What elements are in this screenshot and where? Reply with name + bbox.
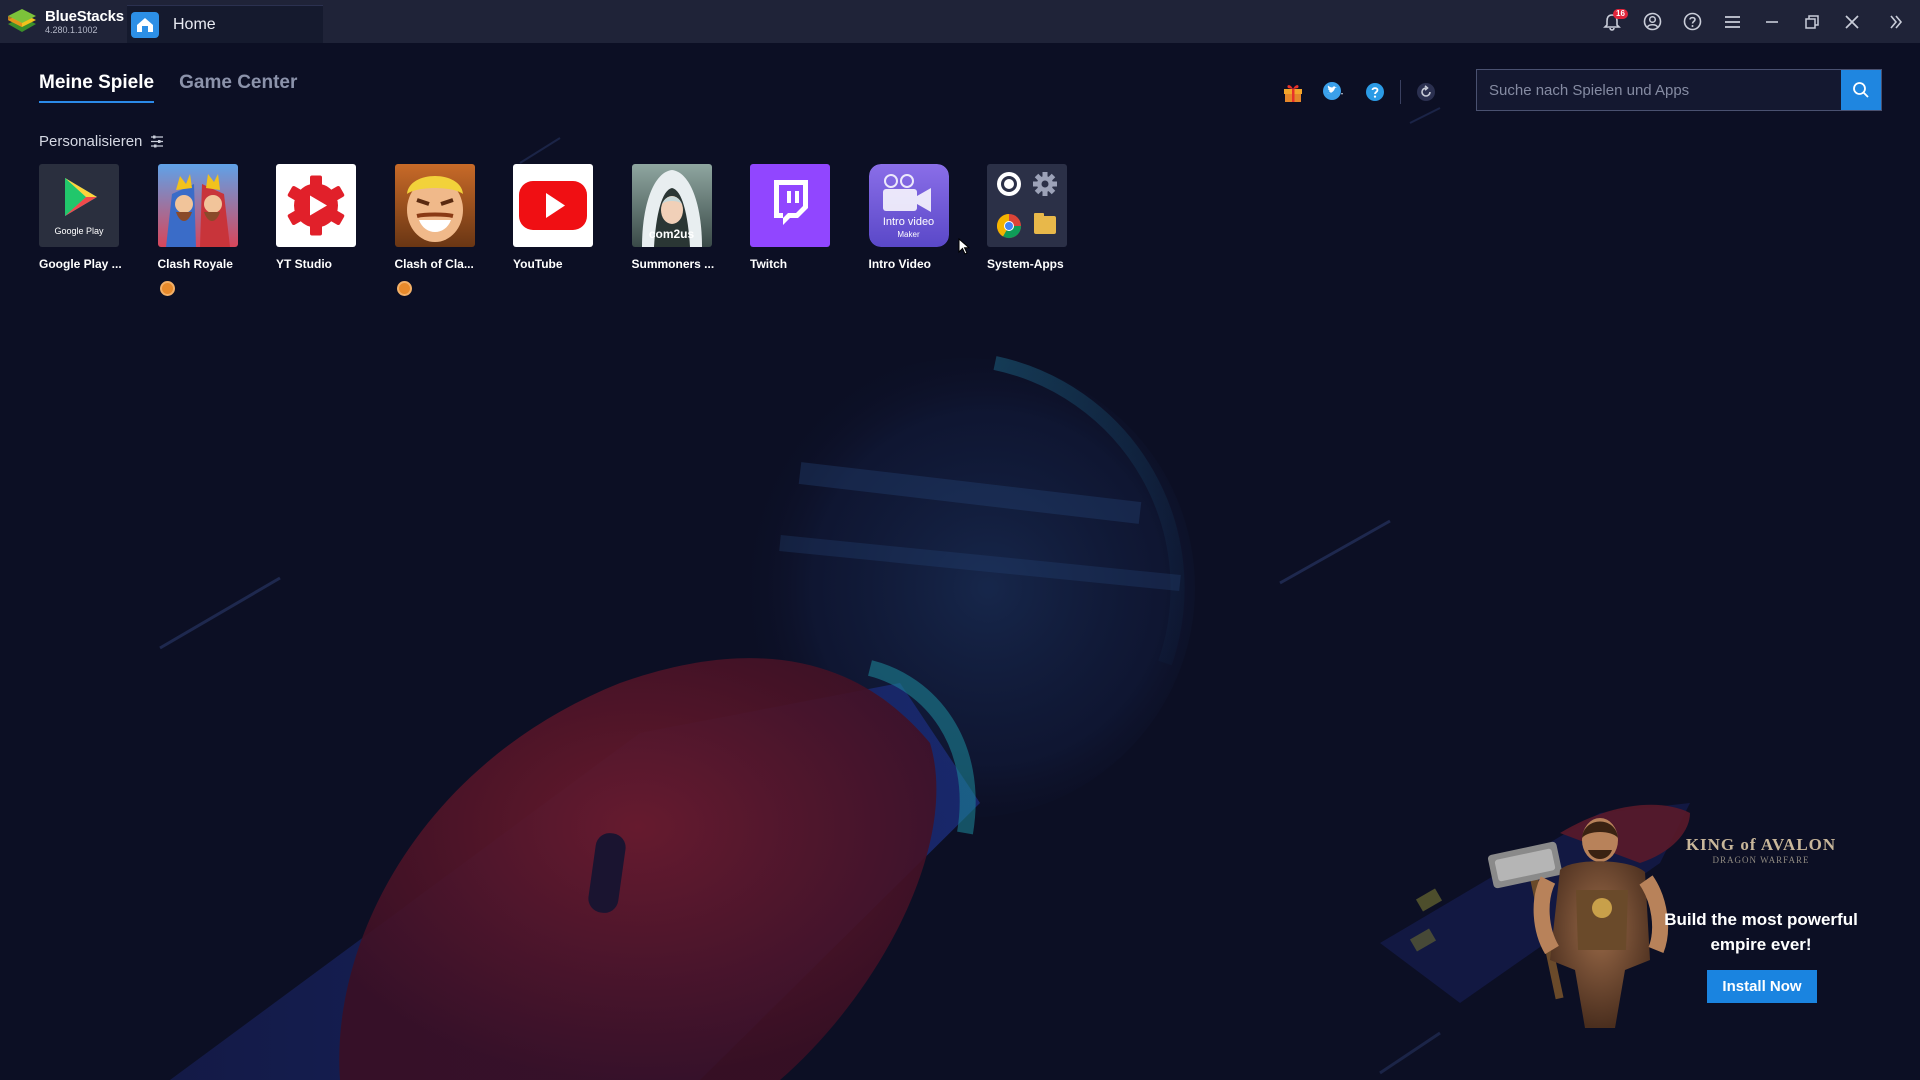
app-system-apps[interactable]: System-Apps [987, 164, 1106, 296]
help-circle-icon [1366, 83, 1384, 101]
double-chevron-right-icon [1890, 14, 1903, 29]
faq-button[interactable] [1356, 76, 1394, 108]
personalize-label: Personalisieren [39, 133, 143, 150]
notification-badge: 16 [1613, 9, 1628, 19]
update-badge [159, 281, 175, 296]
app-twitch[interactable]: Twitch [750, 164, 869, 296]
king-of-avalon-logo: KING of AVALON DRAGON WARFARE [1682, 835, 1840, 865]
close-button[interactable] [1832, 0, 1872, 43]
update-badge [396, 281, 412, 296]
home-icon [131, 11, 159, 38]
clash-royale-icon [157, 164, 238, 247]
app-label: System-Apps [987, 257, 1064, 271]
app-yt-studio[interactable]: YT Studio [276, 164, 395, 296]
bluestacks-window: BlueStacks 4.280.1.1002 Home 16 Meine Sp… [0, 0, 1920, 1080]
home-tab-label: Home [173, 15, 216, 33]
refresh-icon [1417, 83, 1435, 101]
home-tab[interactable]: Home [127, 5, 323, 43]
brand-name: BlueStacks [45, 7, 124, 25]
notifications-button[interactable]: 16 [1592, 0, 1632, 43]
app-label: Google Play ... [39, 257, 122, 271]
hamburger-menu-icon [1724, 15, 1740, 28]
help-button[interactable] [1672, 0, 1712, 43]
brand: BlueStacks 4.280.1.1002 [0, 0, 127, 43]
personalize-link[interactable]: Personalisieren [39, 133, 164, 150]
sidebar-toggle-button[interactable] [1872, 0, 1920, 43]
help-icon [1683, 12, 1701, 31]
close-icon [1845, 14, 1859, 29]
tab-game-center[interactable]: Game Center [179, 72, 297, 103]
mouse-cursor-icon [958, 238, 970, 255]
google-play-caption: Google Play [54, 226, 104, 236]
main-tabs: Meine Spiele Game Center [39, 72, 297, 103]
app-intro-video[interactable]: Intro video Maker Intro Video [868, 164, 988, 296]
twitter-icon [1323, 82, 1343, 100]
search-button[interactable] [1841, 70, 1881, 110]
twitch-icon [750, 164, 830, 247]
google-play-icon: Google Play [39, 164, 119, 247]
minimize-button[interactable] [1752, 0, 1792, 43]
refresh-button[interactable] [1407, 76, 1445, 108]
app-clash-of-clans[interactable]: Clash of Cla... [394, 164, 514, 296]
app-google-play[interactable]: Google Play Google Play ... [39, 164, 158, 296]
promo-logo-subtitle: DRAGON WARFARE [1712, 855, 1810, 865]
window-controls: 16 [1592, 0, 1920, 43]
bluestacks-logo-icon [8, 8, 36, 32]
app-grid: Google Play Google Play ... Clash Royale… [39, 164, 1106, 296]
com2us-caption: com2us [648, 227, 695, 241]
top-actions [1274, 76, 1445, 108]
app-label: YouTube [513, 257, 563, 271]
app-label: YT Studio [276, 257, 332, 271]
tab-meine-spiele[interactable]: Meine Spiele [39, 72, 155, 103]
youtube-icon [513, 164, 593, 247]
twitter-button[interactable] [1312, 76, 1356, 108]
gift-button[interactable] [1274, 76, 1312, 108]
promo-logo-title: KING of AVALON [1685, 835, 1837, 854]
minimize-icon [1766, 20, 1778, 23]
search-bar [1476, 69, 1882, 111]
app-label: Intro Video [868, 257, 931, 271]
toolbar-divider [1400, 80, 1401, 104]
account-icon [1643, 12, 1661, 31]
system-apps-icon [987, 164, 1067, 247]
search-input[interactable] [1477, 70, 1841, 110]
install-now-button[interactable]: Install Now [1707, 970, 1817, 1003]
account-button[interactable] [1632, 0, 1672, 43]
promo-banner: KING of AVALON DRAGON WARFARE Build the … [1480, 800, 1880, 1030]
yt-studio-icon [276, 164, 356, 247]
app-label: Summoners ... [631, 257, 715, 271]
app-label: Clash of Cla... [394, 257, 474, 271]
restore-icon [1805, 14, 1819, 29]
promo-headline: Build the most powerful empire ever! [1664, 910, 1858, 954]
app-youtube[interactable]: YouTube [513, 164, 632, 296]
app-version: 4.280.1.1002 [45, 24, 98, 35]
intro-video-maker-icon: Intro video Maker [868, 164, 949, 247]
menu-button[interactable] [1712, 0, 1752, 43]
clash-of-clans-icon [394, 164, 475, 247]
app-summoners-war[interactable]: com2us Summoners ... [631, 164, 751, 296]
gift-icon [1284, 85, 1302, 102]
app-label: Twitch [750, 257, 788, 271]
search-icon [1853, 82, 1869, 98]
summoners-war-icon: com2us [631, 164, 712, 247]
app-clash-royale[interactable]: Clash Royale [157, 164, 277, 296]
restore-button[interactable] [1792, 0, 1832, 43]
sliders-icon [151, 135, 164, 148]
intro-video-maker-caption: Maker [897, 230, 920, 239]
app-label: Clash Royale [157, 257, 233, 271]
title-bar: BlueStacks 4.280.1.1002 Home 16 [0, 0, 1920, 43]
intro-video-caption: Intro video [882, 216, 935, 228]
